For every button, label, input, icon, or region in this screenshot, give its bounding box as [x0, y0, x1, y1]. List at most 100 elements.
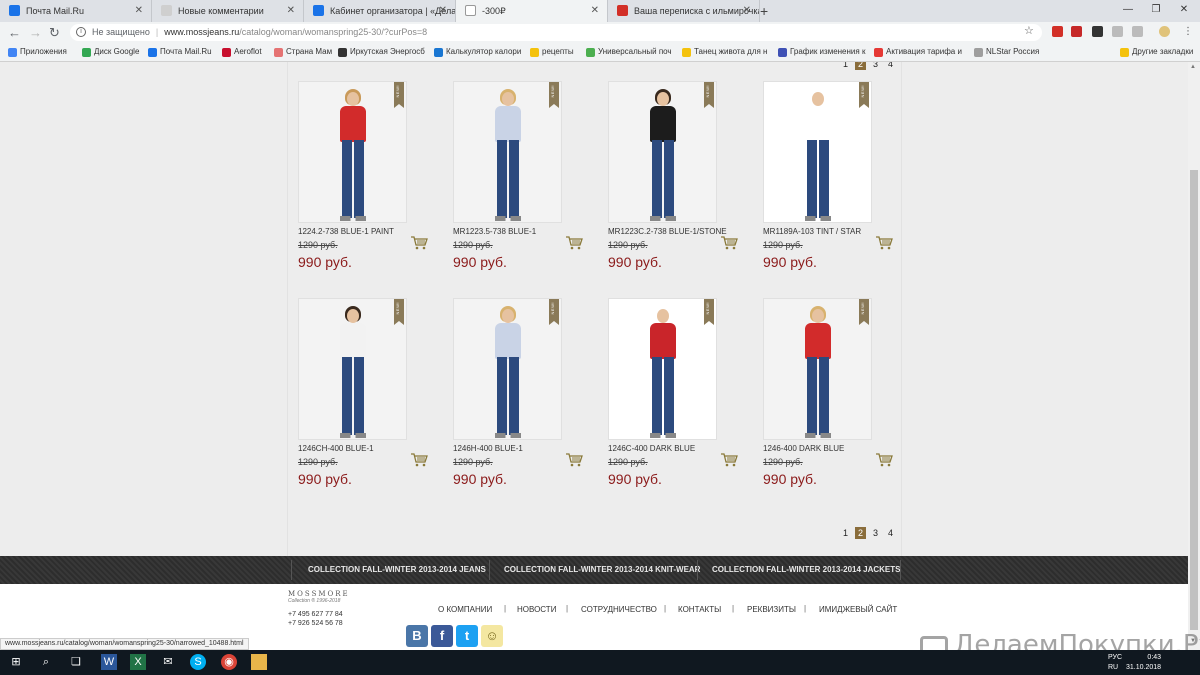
product-name[interactable]: 1246-400 DARK BLUE — [763, 444, 844, 453]
bookmark-item[interactable]: Aeroflot — [222, 43, 262, 61]
add-to-cart-icon[interactable] — [565, 453, 583, 467]
forward-arrow-icon[interactable]: → — [29, 24, 42, 41]
reload-icon[interactable]: ↻ — [49, 24, 60, 41]
product-name[interactable]: 1246C-400 DARK BLUE — [608, 444, 695, 453]
footer-nav-cooperation[interactable]: СОТРУДНИЧЕСТВО — [581, 605, 657, 614]
folder-icon[interactable] — [251, 654, 267, 670]
odnoklassniki-icon[interactable]: ☺ — [481, 625, 503, 647]
tab-organizer[interactable]: Кабинет организатора | «Делае ✕ — [304, 0, 456, 22]
tab-close-icon[interactable]: ✕ — [591, 0, 599, 22]
add-to-cart-icon[interactable] — [410, 453, 428, 467]
pager-page-4[interactable]: 4 — [885, 62, 896, 70]
bookmark-item[interactable]: Почта Mail.Ru — [148, 43, 212, 61]
add-to-cart-icon[interactable] — [565, 236, 583, 250]
footer-nav-requisites[interactable]: РЕКВИЗИТЫ — [747, 605, 796, 614]
product-card[interactable]: NEW! MR1223.5-738 BLUE-1 1290 руб. 990 руб. — [453, 81, 603, 281]
product-card[interactable]: NEW! 1246H-400 BLUE-1 1290 руб. 990 руб. — [453, 298, 603, 498]
footer-nav-contacts[interactable]: КОНТАКТЫ — [678, 605, 721, 614]
product-name[interactable]: MR1223.5-738 BLUE-1 — [453, 227, 536, 236]
info-icon[interactable]: i — [76, 27, 86, 37]
url-input[interactable]: i Не защищено | www.mossjeans.ru/catalog/w… — [70, 24, 1042, 41]
extension-icon-5[interactable] — [1132, 26, 1143, 37]
excel-icon[interactable]: X — [130, 654, 146, 670]
product-photo[interactable]: NEW! — [608, 81, 717, 223]
bookmark-item[interactable]: График изменения к — [778, 43, 865, 61]
bookmark-item[interactable]: Страна Мам — [274, 43, 332, 61]
product-card[interactable]: NEW! 1246CH-400 BLUE-1 1290 руб. 990 руб. — [298, 298, 448, 498]
tab-correspondence[interactable]: Ваша переписка с ильмирочка ✕ — [608, 0, 760, 22]
product-card[interactable]: NEW! MR1223C.2-738 BLUE-1/STONE 1290 руб. 9… — [608, 81, 758, 281]
product-card[interactable]: NEW! 1246C-400 DARK BLUE 1290 руб. 990 руб. — [608, 298, 758, 498]
back-arrow-icon[interactable]: ← — [8, 24, 21, 41]
minimize-icon[interactable]: — — [1114, 0, 1142, 20]
product-photo[interactable]: NEW! — [608, 298, 717, 440]
bookmark-item[interactable]: Другие закладки — [1120, 43, 1193, 61]
footer-nav-image-site[interactable]: ИМИДЖЕВЫЙ САЙТ — [819, 605, 897, 614]
extension-icon-1[interactable] — [1052, 26, 1063, 37]
bookmark-item[interactable]: Активация тарифа и — [874, 43, 962, 61]
mail-icon[interactable]: ✉ — [160, 654, 176, 670]
product-card[interactable]: NEW! MR1189A-103 TINT / STAR 1290 руб. 990 … — [763, 81, 913, 281]
new-tab-plus-icon[interactable]: + — [760, 0, 768, 22]
collection-jackets-link[interactable]: COLLECTION FALL-WINTER 2013-2014 JACKETS — [712, 556, 900, 584]
scroll-thumb[interactable] — [1190, 170, 1198, 630]
bookmark-item[interactable]: NLStar Россия — [974, 43, 1039, 61]
mossmore-logo[interactable]: MOSSMORE Collection ® 1996-2018 — [288, 590, 378, 604]
bookmark-item[interactable]: рецепты — [530, 43, 574, 61]
add-to-cart-icon[interactable] — [720, 453, 738, 467]
pager-page-2[interactable]: 2 — [855, 527, 866, 539]
page-scrollbar[interactable]: ▲ ▼ — [1188, 62, 1200, 650]
task-view-icon[interactable]: ❏ — [68, 654, 84, 670]
add-to-cart-icon[interactable] — [875, 453, 893, 467]
bookmark-item[interactable]: Калькулятор калори — [434, 43, 521, 61]
tab-close-icon[interactable]: ✕ — [287, 0, 295, 22]
pager-page-2[interactable]: 2 — [855, 62, 866, 70]
product-photo[interactable]: NEW! — [453, 81, 562, 223]
product-name[interactable]: MR1223C.2-738 BLUE-1/STONE — [608, 227, 727, 236]
footer-nav-about[interactable]: О КОМПАНИИ — [438, 605, 492, 614]
bookmark-item[interactable]: Приложения — [8, 43, 67, 61]
pager-page-3[interactable]: 3 — [870, 527, 881, 539]
pager-page-1[interactable]: 1 — [840, 62, 851, 70]
vk-icon[interactable]: В — [406, 625, 428, 647]
scroll-up-icon[interactable]: ▲ — [1190, 64, 1196, 70]
footer-nav-news[interactable]: НОВОСТИ — [517, 605, 556, 614]
product-photo[interactable]: NEW! — [453, 298, 562, 440]
product-photo[interactable]: NEW! — [298, 81, 407, 223]
product-photo[interactable]: NEW! — [763, 298, 872, 440]
bookmark-item[interactable]: Танец живота для н — [682, 43, 767, 61]
pager-page-1[interactable]: 1 — [840, 527, 851, 539]
tab-active[interactable]: -300₽ ✕ — [456, 0, 608, 22]
tab-close-icon[interactable]: ✕ — [439, 0, 447, 22]
tab-comments[interactable]: Новые комментарии ✕ — [152, 0, 304, 22]
word-icon[interactable]: W — [101, 654, 117, 670]
tab-close-icon[interactable]: ✕ — [135, 0, 143, 22]
close-window-icon[interactable]: ✕ — [1170, 0, 1198, 20]
search-icon[interactable]: ⌕ — [38, 654, 54, 670]
product-name[interactable]: 1224.2-738 BLUE-1 PAINT — [298, 227, 394, 236]
windows-start-icon[interactable]: ⊞ — [8, 654, 24, 670]
bookmark-item[interactable]: Иркутская Энергосб — [338, 43, 425, 61]
tab-close-icon[interactable]: ✕ — [743, 0, 751, 22]
clock[interactable]: 0:43 31.10.2018 — [1126, 653, 1161, 673]
product-photo[interactable]: NEW! — [763, 81, 872, 223]
product-card[interactable]: NEW! 1246-400 DARK BLUE 1290 руб. 990 руб. — [763, 298, 913, 498]
product-name[interactable]: MR1189A-103 TINT / STAR — [763, 227, 861, 236]
twitter-icon[interactable]: t — [456, 625, 478, 647]
extension-icon-2[interactable] — [1071, 26, 1082, 37]
facebook-icon[interactable]: f — [431, 625, 453, 647]
tab-mail[interactable]: Почта Mail.Ru ✕ — [0, 0, 152, 22]
product-name[interactable]: 1246H-400 BLUE-1 — [453, 444, 523, 453]
pager-page-4[interactable]: 4 — [885, 527, 896, 539]
add-to-cart-icon[interactable] — [875, 236, 893, 250]
pager-page-3[interactable]: 3 — [870, 62, 881, 70]
profile-avatar[interactable] — [1159, 26, 1170, 37]
skype-icon[interactable]: S — [190, 654, 206, 670]
product-card[interactable]: NEW! 1224.2-738 BLUE-1 PAINT 1290 руб. 990 … — [298, 81, 448, 281]
add-to-cart-icon[interactable] — [410, 236, 428, 250]
product-photo[interactable]: NEW! — [298, 298, 407, 440]
extension-icon-4[interactable] — [1112, 26, 1123, 37]
extension-icon-3[interactable] — [1092, 26, 1103, 37]
bookmark-star-icon[interactable]: ☆ — [1024, 24, 1034, 37]
language-indicator[interactable]: РУС RU — [1108, 653, 1122, 673]
